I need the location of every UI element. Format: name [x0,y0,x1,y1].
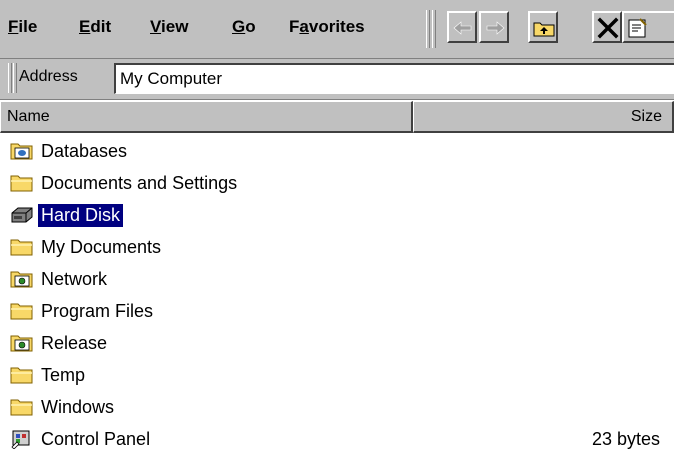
delete-x-icon [597,17,619,39]
menu-bar: File Edit View Go Favorites [0,0,674,59]
arrow-left-icon [453,21,472,35]
list-item-network[interactable]: Network [0,263,674,295]
column-header-name[interactable]: Name [0,101,413,133]
list-header: Name Size [0,101,674,133]
back-button[interactable] [447,11,477,43]
list-item-my-documents[interactable]: My Documents [0,231,674,263]
forward-button[interactable] [479,11,509,43]
list-item-hard-disk[interactable]: Hard Disk [0,199,674,231]
properties-button[interactable] [622,11,674,43]
item-name: Windows [41,396,115,417]
item-name: Databases [41,140,128,161]
list-item-control-panel[interactable]: Control Panel 23 bytes [0,423,674,455]
list-item-documents-and-settings[interactable]: Documents and Settings [0,167,674,199]
database-folder-icon [10,143,33,160]
folder-icon [10,303,33,320]
menu-favorites[interactable]: Favorites [289,17,365,37]
properties-icon [628,18,647,38]
item-name: Network [41,268,108,289]
folder-icon [10,175,33,192]
address-grip[interactable] [8,63,12,93]
hard-disk-icon [11,207,33,223]
address-input[interactable]: My Computer [114,63,674,94]
up-folder-button[interactable] [528,11,558,43]
address-label: Address [19,68,78,85]
address-grip-2[interactable] [13,63,17,93]
toolbar-grip[interactable] [426,10,430,48]
menu-file[interactable]: File [8,17,37,37]
column-header-size[interactable]: Size [413,101,674,133]
item-name: Release [41,332,108,353]
control-panel-icon [11,430,30,449]
list-item-windows[interactable]: Windows [0,391,674,423]
address-bar: Address My Computer [0,59,674,100]
item-name: Program Files [41,300,154,321]
menu-view[interactable]: View [150,17,188,37]
arrow-right-icon [486,21,505,35]
delete-button[interactable] [592,11,622,43]
list-item-temp[interactable]: Temp [0,359,674,391]
file-list: Databases Documents and Settings Hard Di… [0,135,674,455]
item-name: Documents and Settings [41,172,238,193]
up-folder-icon [533,22,555,37]
menu-go[interactable]: Go [232,17,256,37]
item-name: My Documents [41,236,162,257]
folder-icon [10,239,33,256]
network-folder-icon [10,335,33,352]
toolbar-grip-2[interactable] [432,10,436,48]
menu-edit[interactable]: Edit [79,17,111,37]
item-size: 23 bytes [591,429,660,449]
item-name: Hard Disk [36,202,125,228]
item-name: Control Panel [41,428,151,449]
list-item-release[interactable]: Release [0,327,674,359]
list-item-program-files[interactable]: Program Files [0,295,674,327]
list-item-databases[interactable]: Databases [0,135,674,167]
network-folder-icon [10,271,33,288]
folder-icon [10,367,33,384]
item-name: Temp [41,364,86,385]
folder-icon [10,399,33,416]
